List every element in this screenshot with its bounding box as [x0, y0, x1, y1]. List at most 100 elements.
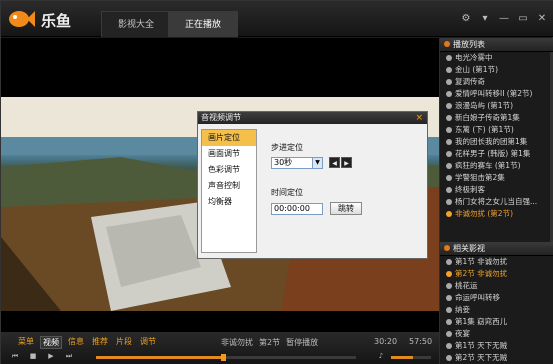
title-bar: 乐鱼 影视大全 正在播放 ⚙ ▾ — ▭ ✕	[1, 1, 553, 37]
playlist-item-label: 金山 (第1节)	[455, 65, 499, 74]
playlist-item-label: 花样男子 (韩版) 第1集	[455, 149, 531, 158]
list-item[interactable]: 夜宴	[440, 328, 553, 340]
list-item[interactable]: 浪漫岛屿 (第1节)	[440, 100, 553, 112]
bottom-tab[interactable]: 调节	[138, 336, 158, 349]
list-item[interactable]: 复调传奇	[440, 76, 553, 88]
close-button[interactable]: ✕	[536, 13, 548, 25]
bottom-tabs: 菜单 视频 信息 推荐 片段 调节	[16, 336, 158, 349]
play-dot-icon	[446, 139, 452, 145]
fish-logo-icon	[9, 11, 35, 27]
playback-status: 暂停播放	[286, 338, 319, 347]
bottom-tab[interactable]: 菜单	[16, 336, 36, 349]
playlist-item-label: 疯狂的赛车 (第1节)	[455, 161, 521, 170]
step-forward-button[interactable]: ▶	[341, 157, 352, 168]
settings-icon[interactable]: ⚙	[460, 13, 472, 25]
list-item[interactable]: 第2节 非诚勿扰	[440, 268, 553, 280]
minimize-button[interactable]: —	[498, 13, 510, 25]
play-dot-icon	[446, 259, 452, 265]
list-item[interactable]: 爱情呼叫转移II (第2节)	[440, 88, 553, 100]
list-item[interactable]: 学警狙击第2集	[440, 172, 553, 184]
list-item[interactable]: 桃花运	[440, 280, 553, 292]
jump-button[interactable]: 跳转	[330, 202, 362, 215]
video-area[interactable]: 音视频调节 × 画片定位 画面调节 色彩调节 声音控制 均衡器 步进定位 30秒…	[1, 38, 439, 331]
maximize-button[interactable]: ▭	[517, 13, 529, 25]
list-item[interactable]: 第1集 窈窕西儿	[440, 316, 553, 328]
menu-item-equalizer[interactable]: 均衡器	[202, 194, 256, 210]
related-item-label: 第1节 非诚勿扰	[455, 257, 508, 266]
playlist-item-label: 非诚勿扰 (第2节)	[455, 209, 514, 218]
playlist-item-label: 学警狙击第2集	[455, 173, 505, 182]
list-item[interactable]: 疯狂的赛车 (第1节)	[440, 160, 553, 172]
play-dot-icon	[446, 55, 452, 61]
next-icon[interactable]: ⏭	[63, 351, 75, 362]
progress-bar[interactable]	[96, 354, 356, 361]
dialog-title: 音视频调节 ×	[198, 112, 427, 124]
play-dot-icon	[446, 211, 452, 217]
list-item[interactable]: 杨门女将之女儿当自强...	[440, 196, 553, 208]
playlist: 电光冷雾中 金山 (第1节) 复调传奇 爱情呼叫转移II (第2节) 浪漫岛屿 (第1节…	[440, 52, 553, 220]
list-item[interactable]: 非诚勿扰 (第2节)	[440, 208, 553, 220]
bottom-tab[interactable]: 信息	[66, 336, 86, 349]
bottom-tab[interactable]: 视频	[40, 336, 62, 349]
play-dot-icon	[446, 67, 452, 73]
bottom-tab[interactable]: 推荐	[90, 336, 110, 349]
list-item[interactable]: 电光冷雾中	[440, 52, 553, 64]
menu-item-position[interactable]: 画片定位	[202, 130, 256, 146]
list-item[interactable]: 第2节 天下无贼	[440, 352, 553, 364]
playlist-item-label: 浪漫岛屿 (第1节)	[455, 101, 514, 110]
volume-icon[interactable]: ♪	[375, 351, 387, 362]
list-item[interactable]: 命运呼叫转移	[440, 292, 553, 304]
related-item-label: 夜宴	[455, 329, 470, 338]
list-item[interactable]: 我的团长我的团第1集	[440, 136, 553, 148]
tab-now-playing[interactable]: 正在播放	[168, 11, 238, 37]
list-item[interactable]: 纳妾	[440, 304, 553, 316]
play-dot-icon	[446, 103, 452, 109]
current-time: 30:20	[374, 337, 398, 346]
related-item-label: 命运呼叫转移	[455, 293, 500, 302]
list-item[interactable]: 第1节 非诚勿扰	[440, 256, 553, 268]
time-input[interactable]: 00:00:00	[271, 203, 323, 215]
related-list: 第1节 非诚勿扰 第2节 非诚勿扰桃花运 命运呼叫转移纳妾 第1集 窈窕西儿 夜宴第1节…	[440, 256, 553, 364]
tab-video-library[interactable]: 影视大全	[101, 11, 171, 37]
menu-item-color[interactable]: 色彩调节	[202, 162, 256, 178]
playlist-header: 播放列表	[440, 38, 553, 52]
list-item[interactable]: 花样男子 (韩版) 第1集	[440, 148, 553, 160]
dialog-close-icon[interactable]: ×	[415, 112, 423, 124]
now-playing-part: 第2节	[259, 338, 281, 347]
progress-fill	[96, 356, 224, 359]
list-item[interactable]: 新白娘子传奇第1集	[440, 112, 553, 124]
related-header: 相关影视	[440, 242, 553, 256]
volume-slider[interactable]	[391, 356, 431, 359]
play-dot-icon	[446, 271, 452, 277]
list-item[interactable]: 终极刺客	[440, 184, 553, 196]
progress-handle[interactable]	[221, 354, 227, 361]
playlist-item-label: 我的团长我的团第1集	[455, 137, 528, 146]
step-back-button[interactable]: ◀	[329, 157, 340, 168]
stop-icon[interactable]: ■	[27, 351, 39, 362]
step-position-label: 步进定位	[271, 143, 303, 152]
control-bar: 菜单 视频 信息 推荐 片段 调节 非诚勿扰 第2节 暂停播放 30:20 57:50 ⏮…	[1, 331, 439, 364]
menu-item-audio[interactable]: 声音控制	[202, 178, 256, 194]
play-dot-icon	[446, 343, 452, 349]
play-dot-icon	[446, 331, 452, 337]
prev-icon[interactable]: ⏮	[9, 351, 21, 362]
play-dot-icon	[446, 175, 452, 181]
step-select[interactable]: 30秒 ▼	[271, 157, 323, 169]
list-item[interactable]: 第1节 天下无贼	[440, 340, 553, 352]
list-item[interactable]: 金山 (第1节)	[440, 64, 553, 76]
menu-item-picture[interactable]: 画面调节	[202, 146, 256, 162]
list-icon	[444, 245, 450, 251]
related-item-label: 第1集 窈窕西儿	[455, 317, 508, 326]
playlist-item-label: 新白娘子传奇第1集	[455, 113, 520, 122]
volume-fill	[391, 356, 413, 359]
pin-icon[interactable]: ▾	[479, 13, 491, 25]
list-item[interactable]: 东篱 (下) (第1节)	[440, 124, 553, 136]
play-icon[interactable]: ▶	[45, 351, 57, 362]
related-header-label: 相关影视	[453, 244, 485, 253]
play-dot-icon	[446, 319, 452, 325]
related-item-label: 第1节 天下无贼	[455, 341, 508, 350]
related-item-label: 第2节 天下无贼	[455, 353, 508, 362]
bottom-tab[interactable]: 片段	[114, 336, 134, 349]
related-item-label: 第2节 非诚勿扰	[455, 269, 508, 278]
play-dot-icon	[446, 79, 452, 85]
